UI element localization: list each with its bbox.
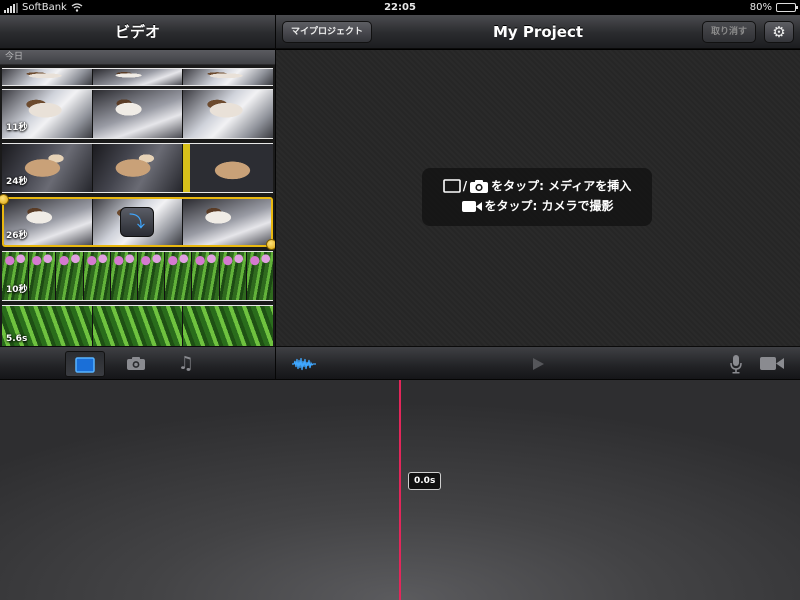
clip-duration: 11秒 bbox=[6, 123, 28, 133]
clip-item[interactable]: 24秒 bbox=[0, 143, 275, 193]
video-viewer[interactable]: / をタップ: メディアを挿入 をタップ: カメラで撮影 bbox=[276, 50, 800, 346]
playhead[interactable] bbox=[399, 380, 401, 600]
project-timeline[interactable]: 0.0s bbox=[0, 380, 800, 600]
timeline-toolbar bbox=[276, 346, 800, 380]
insert-arrow-icon: ⤵ bbox=[128, 212, 145, 231]
hint-separator: / bbox=[462, 179, 468, 193]
media-type-toolbar: ♫ bbox=[0, 346, 275, 380]
audio-waveform-button[interactable] bbox=[284, 351, 324, 377]
media-box-icon bbox=[442, 179, 461, 193]
clip-filmstrip bbox=[2, 251, 273, 301]
clip-filmstrip bbox=[2, 68, 273, 86]
hint-camera-text: をタップ: カメラで撮影 bbox=[484, 199, 614, 213]
battery-area: 80% bbox=[749, 0, 798, 15]
battery-icon bbox=[776, 3, 798, 12]
microphone-icon bbox=[730, 355, 742, 374]
clip-duration: 24秒 bbox=[6, 177, 28, 187]
music-note-icon: ♫ bbox=[177, 353, 195, 374]
gear-icon: ⚙ bbox=[772, 23, 786, 41]
settings-button[interactable]: ⚙ bbox=[764, 21, 794, 43]
video-tab[interactable] bbox=[65, 351, 105, 377]
clip-duration: 10秒 bbox=[6, 285, 28, 295]
video-camera-icon bbox=[461, 200, 482, 212]
clip-item[interactable] bbox=[0, 68, 275, 86]
camera-icon bbox=[470, 179, 489, 193]
clip-item[interactable]: 5.6s bbox=[0, 305, 275, 346]
clip-item[interactable]: 10秒 bbox=[0, 251, 275, 301]
clip-duration: 26秒 bbox=[6, 231, 28, 241]
media-browser: 今日 11秒 24秒 26秒 ⤵ 10秒 5.6s bbox=[0, 50, 275, 346]
hint-insert-media: / をタップ: メディアを挿入 bbox=[422, 176, 652, 196]
media-browser-header: ビデオ bbox=[0, 15, 275, 49]
clip-item[interactable]: 11秒 bbox=[0, 89, 275, 139]
clip-filmstrip bbox=[2, 143, 273, 193]
trim-handle-end[interactable] bbox=[266, 239, 275, 250]
play-icon bbox=[533, 358, 544, 370]
clip-duration: 5.6s bbox=[6, 334, 28, 344]
undo-button[interactable]: 取り消す bbox=[701, 21, 756, 43]
music-tab[interactable]: ♫ bbox=[166, 351, 206, 377]
hint-insert-text: をタップ: メディアを挿入 bbox=[491, 179, 632, 193]
clip-filmstrip bbox=[2, 305, 273, 346]
media-browser-title: ビデオ bbox=[114, 23, 160, 41]
play-button[interactable] bbox=[518, 351, 558, 377]
record-audio-button[interactable] bbox=[716, 351, 756, 377]
clip-filmstrip bbox=[2, 89, 273, 139]
playhead-time-label: 0.0s bbox=[408, 472, 442, 490]
camera-record-button[interactable] bbox=[752, 351, 792, 377]
video-camera-icon bbox=[760, 357, 784, 370]
photo-tab[interactable] bbox=[116, 351, 156, 377]
status-time: 22:05 bbox=[384, 2, 416, 13]
hint-camera: をタップ: カメラで撮影 bbox=[422, 196, 652, 216]
waveform-icon bbox=[292, 357, 316, 371]
battery-percent: 80% bbox=[749, 2, 772, 13]
section-header-today: 今日 bbox=[0, 50, 275, 65]
project-header: マイプロジェクト My Project 取り消す ⚙ bbox=[276, 15, 800, 49]
camera-icon bbox=[127, 357, 145, 370]
status-bar: SoftBank 22:05 80% bbox=[0, 0, 800, 15]
insert-clip-button[interactable]: ⤵ bbox=[120, 207, 154, 237]
video-tab-icon bbox=[75, 357, 95, 373]
clip-item-selected[interactable]: 26秒 ⤵ bbox=[0, 194, 275, 250]
instruction-overlay: / をタップ: メディアを挿入 をタップ: カメラで撮影 bbox=[422, 168, 652, 226]
